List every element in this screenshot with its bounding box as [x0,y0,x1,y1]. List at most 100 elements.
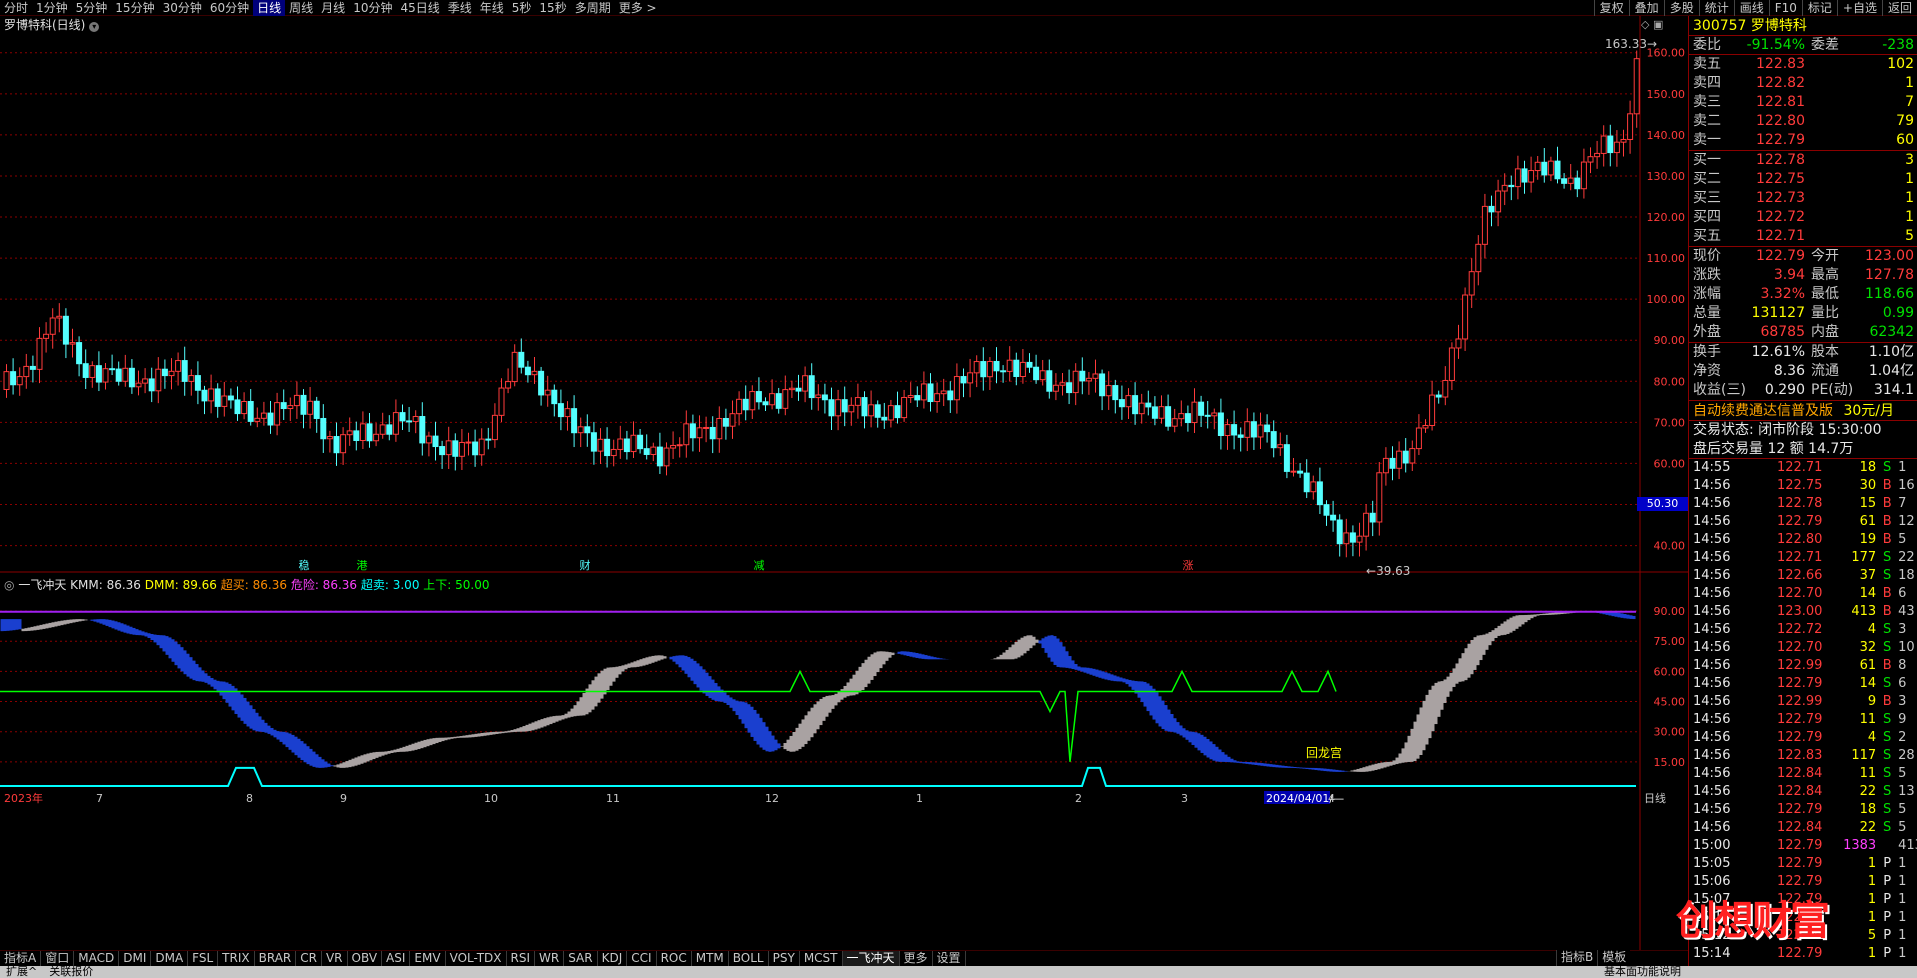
tool-button[interactable]: +自选 [1836,0,1882,16]
indicator-tab[interactable]: SAR [564,951,598,966]
period-tab[interactable]: 周线 [285,0,317,16]
tick-side: B [1882,478,1892,493]
quote-panel: 300757 罗博特科 委比 -91.54% 委差 -238 卖五 122.83 1… [1688,16,1917,966]
indicator-tab[interactable]: 更多 [900,951,933,966]
indicator-tab[interactable]: VR [322,951,348,966]
indicator-tab[interactable]: WR [535,951,565,966]
indicator-tab[interactable]: ROC [657,951,692,966]
period-tab[interactable]: 更多 > [615,0,661,16]
tick-side: B [1882,694,1892,709]
expand-button[interactable]: 扩展^ [0,966,43,978]
indicator-tab[interactable]: CR [296,951,322,966]
promo-banner[interactable]: 自动续费通达信普及版 30元/月 [1689,401,1917,421]
period-tab[interactable]: 分时 [0,0,32,16]
candle-body [359,423,366,441]
candle-body [194,375,201,391]
indicator-tab[interactable]: DMI [119,951,152,966]
book-row: 卖四 122.82 1 [1689,74,1917,93]
stat-label: 量比 [1811,305,1839,321]
indicator-tab[interactable]: TRIX [218,951,255,966]
indicator-tab[interactable]: ASI [382,951,411,966]
indicator-tab[interactable]: MACD [74,951,120,966]
tool-button[interactable]: 多股 [1663,0,1699,16]
indicator-tab[interactable]: BOLL [729,951,769,966]
period-tab[interactable]: 季线 [444,0,476,16]
indicator-tab[interactable]: KDJ [598,951,628,966]
related-quote-button[interactable]: 关联报价 [43,966,99,978]
tick-side: S [1883,460,1892,475]
period-tab[interactable]: 15分钟 [111,0,158,16]
candle-body [524,366,531,376]
period-tab[interactable]: 10分钟 [349,0,396,16]
candle-body [775,393,782,409]
indicator-tab[interactable]: RSI [507,951,536,966]
window-icon[interactable]: ▣ [1653,18,1663,31]
indicator-tab[interactable]: 指标A [0,951,42,966]
indicator-tab[interactable]: CCI [627,951,657,966]
indicator-tab[interactable]: VOL-TDX [446,951,507,966]
tick-price: 122.79 [1776,514,1823,529]
candle-body [1541,161,1548,176]
indicator-tab[interactable]: MTM [692,951,729,966]
tick-time: 14:55 [1693,460,1731,475]
chart-canvas[interactable]: 1 60.00 150.00 140.00 130.00 120.00 110.00 100.… [0,16,1688,950]
candle-body [82,363,89,378]
period-tab[interactable]: 年线 [476,0,508,16]
period-tab[interactable]: 5分钟 [72,0,112,16]
period-tab[interactable]: 日线 [253,0,286,16]
kmm-value: KMM: 86.36 [70,578,141,592]
indicator-tab[interactable]: FSL [188,951,219,966]
candle-body [102,368,109,383]
period-tab[interactable]: 60分钟 [206,0,253,16]
period-tab[interactable]: 1分钟 [32,0,72,16]
candle-body [122,367,129,382]
tick-price: 122.79 [1776,802,1823,817]
tool-button[interactable]: 复权 [1593,0,1629,16]
indicator-tab[interactable]: 模板 [1597,950,1630,966]
tool-button[interactable]: 统计 [1698,0,1734,16]
candle-body [1501,184,1508,192]
tool-button[interactable]: F10 [1768,0,1802,16]
diamond-icon[interactable]: ◇ [1641,18,1649,31]
tick-side: P [1883,874,1892,889]
tool-button[interactable]: 叠加 [1628,0,1664,16]
kline-chart-area[interactable]: 1 60.00 150.00 140.00 130.00 120.00 110.00 100.… [0,16,1688,956]
tick-row: 14:56 122.99 9 B 3 [1689,693,1917,711]
indicator-tab[interactable]: OBV [348,951,383,966]
candle-body [1468,271,1475,296]
candle-body [287,405,294,410]
tick-volume: 1383 [1843,838,1877,853]
book-volume: 1 [1905,171,1914,187]
period-tab[interactable]: 多周期 [571,0,615,16]
candle-body [56,315,63,319]
indicator-tab[interactable]: EMV [410,951,446,966]
indicator-tab[interactable]: BRAR [255,951,297,966]
tool-button[interactable]: 画线 [1733,0,1769,16]
tick-side: S [1883,766,1892,781]
indicator-tab[interactable]: 指标B [1556,950,1597,966]
tool-button[interactable]: 标记 [1801,0,1837,16]
tick-price: 122.79 [1776,676,1823,691]
candle-body [1224,424,1231,437]
indicator-tab[interactable]: DMA [151,951,189,966]
danger-value: 危险: 86.36 [290,578,358,592]
period-tab[interactable]: 30分钟 [159,0,206,16]
period-tab[interactable]: 45日线 [396,0,443,16]
circle-icon[interactable]: ◎ [4,578,14,592]
candle-body [109,368,116,371]
chevron-down-icon[interactable]: ▾ [89,22,100,32]
tick-count: 43 [1898,604,1915,619]
candle-body [128,367,135,388]
period-tab[interactable]: 5秒 [508,0,536,16]
candle-body [1165,406,1172,427]
period-tab[interactable]: 15秒 [535,0,570,16]
tick-price: 122.79 [1776,712,1823,727]
indicator-tab[interactable]: 设置 [933,951,966,966]
indicator-tab[interactable]: 窗口 [41,951,75,966]
period-tab[interactable]: 月线 [317,0,349,16]
indicator-tab[interactable]: PSY [769,951,800,966]
indicator-tab[interactable]: MCST [800,951,843,966]
tool-button[interactable]: 返回 [1881,0,1917,16]
fundamentals-help[interactable]: 基本面功能说明 [1598,966,1687,978]
indicator-tab[interactable]: 一飞冲天 [842,951,900,966]
